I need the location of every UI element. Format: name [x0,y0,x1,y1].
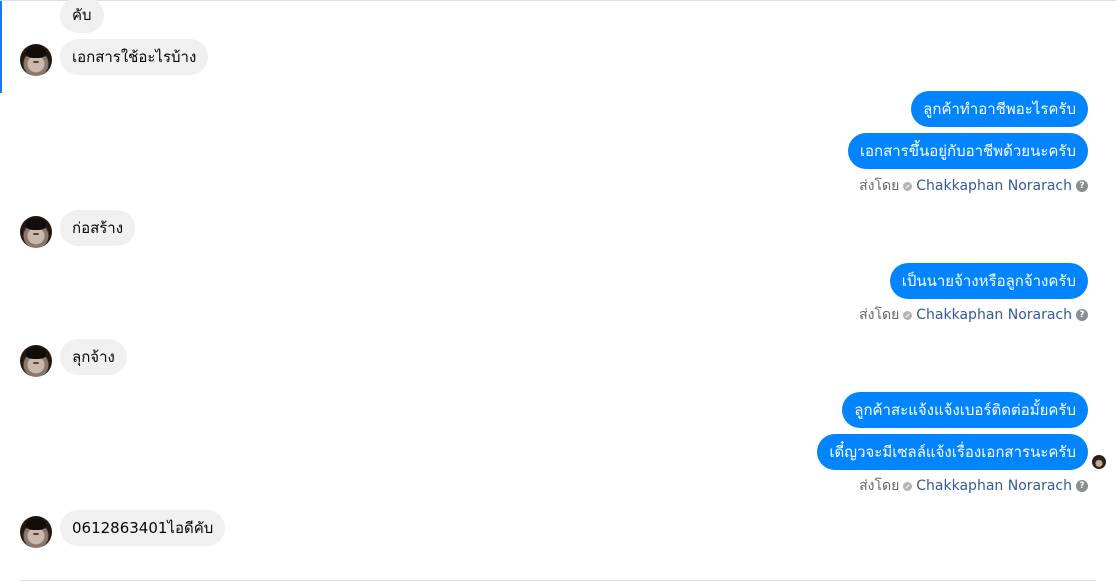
sent-by-line: ส่งโดย Chakkaphan Norarach ? [859,178,1088,194]
outgoing-message[interactable]: เป็นนายจ้างหรือลูกจ้างครับ [889,263,1088,299]
outgoing-message[interactable]: เอกสารขึ้นอยู่กับอาชีพด้วยนะครับ [847,133,1088,169]
contact-avatar[interactable] [20,516,52,548]
help-icon[interactable]: ? [1076,180,1088,192]
contact-avatar[interactable] [20,44,52,76]
incoming-message[interactable]: ลุกจ้าง [60,339,127,375]
help-icon[interactable]: ? [1076,309,1088,321]
outgoing-message[interactable]: ลูกค้าทำอาชีพอะไรครับ [911,91,1088,127]
help-icon[interactable]: ? [1076,480,1088,492]
incoming-message[interactable]: 0612863401ไอดีคับ [60,510,226,546]
sent-by-name[interactable]: Chakkaphan Norarach [916,478,1072,494]
outgoing-message[interactable]: ลูกค้าสะแจ้งแจ้งเบอร์ติดต่อมั้ยครับ [842,392,1088,428]
sent-by-name[interactable]: Chakkaphan Norarach [916,307,1072,323]
sent-by-prefix: ส่งโดย [859,307,900,323]
contact-avatar[interactable] [20,345,52,377]
sent-by-icon [903,310,913,320]
incoming-message[interactable]: ก่อสร้าง [60,210,136,246]
contact-avatar[interactable] [20,216,52,248]
outgoing-message[interactable]: เดี๋ญวจะมีเซลล์แจ้งเรื่องเอกสารนะครับ [817,434,1088,470]
sent-by-name[interactable]: Chakkaphan Norarach [916,178,1072,194]
sent-by-line: ส่งโดย Chakkaphan Norarach ? [859,307,1088,323]
incoming-message[interactable]: เอกสารใช้อะไรบ้าง [60,39,209,75]
sent-by-icon [903,181,913,191]
sent-by-line: ส่งโดย Chakkaphan Norarach ? [859,478,1088,494]
sent-by-icon [903,481,913,491]
sent-by-prefix: ส่งโดย [859,178,900,194]
active-thread-indicator [0,1,2,93]
chat-thread: คับ เอกสารใช้อะไรบ้าง ลูกค้าทำอาชีพอะไรค… [0,0,1116,581]
seen-avatar [1091,454,1107,470]
incoming-message[interactable]: คับ [60,0,104,33]
sent-by-prefix: ส่งโดย [859,478,900,494]
